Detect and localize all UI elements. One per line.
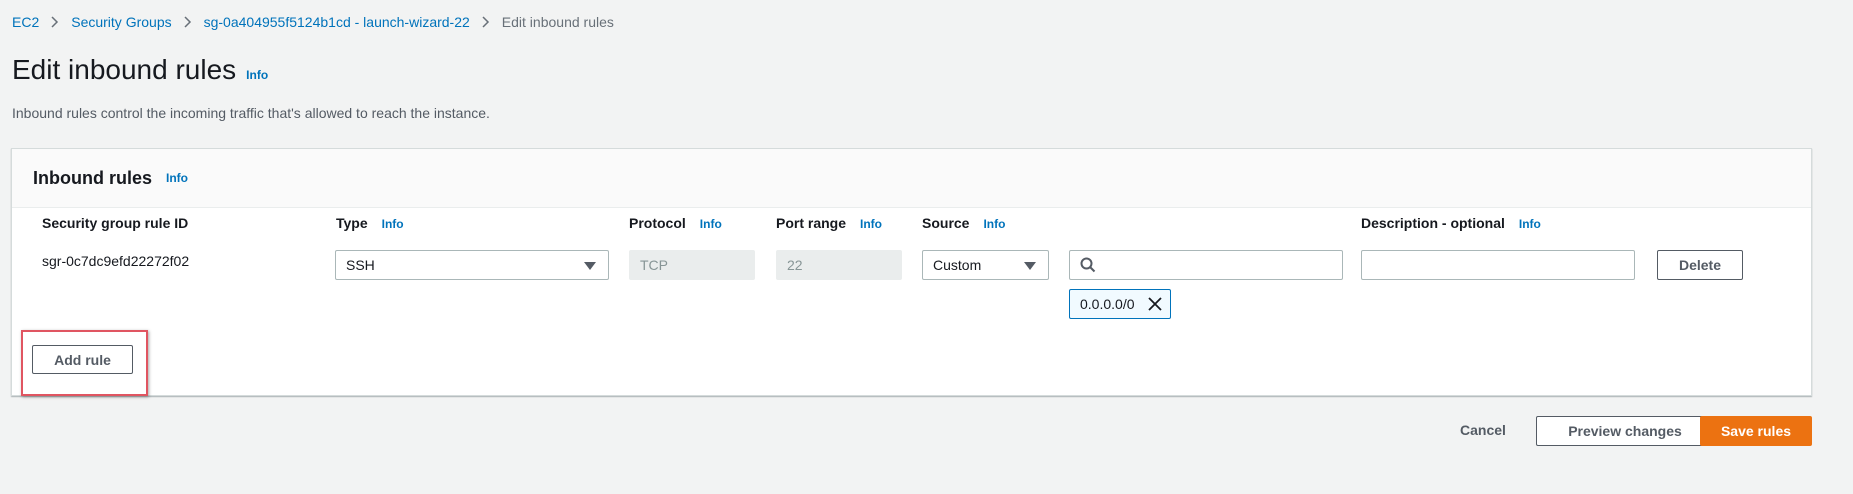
source-token-label: 0.0.0.0/0 (1080, 296, 1135, 312)
rule-id: sgr-0c7dc9efd22272f02 (42, 253, 190, 269)
column-header-rule-id: Security group rule ID (42, 215, 188, 231)
column-label: Port range (776, 215, 847, 231)
column-label: Source (922, 215, 970, 231)
caret-down-icon (584, 257, 596, 273)
page-description: Inbound rules control the incoming traff… (12, 105, 490, 121)
column-header-type: Type Info (336, 215, 404, 231)
page-header: Edit inbound rules Info (12, 54, 268, 86)
panel-title: Inbound rules (33, 167, 152, 188)
chevron-right-icon (51, 16, 59, 28)
inbound-rules-panel: Inbound rules Info Security group rule I… (11, 148, 1812, 396)
source-search-field[interactable] (1069, 250, 1343, 280)
type-select-value: SSH (346, 257, 375, 273)
column-label: Type (336, 215, 368, 231)
search-icon (1080, 257, 1096, 273)
breadcrumb-ec2[interactable]: EC2 (12, 14, 39, 30)
delete-rule-button[interactable]: Delete (1657, 250, 1743, 280)
save-rules-button[interactable]: Save rules (1700, 416, 1812, 446)
source-search-input[interactable] (1104, 257, 1342, 273)
page-info-link[interactable]: Info (246, 68, 268, 82)
chevron-right-icon (184, 16, 192, 28)
chevron-right-icon (482, 16, 490, 28)
port-range-info-link[interactable]: Info (860, 217, 882, 231)
panel-header: Inbound rules Info (12, 149, 1811, 208)
column-header-source: Source Info (922, 215, 1005, 231)
annotation-highlight-box (21, 330, 148, 396)
cancel-button[interactable]: Cancel (1460, 422, 1506, 438)
protocol-info-link[interactable]: Info (700, 217, 722, 231)
source-token: 0.0.0.0/0 (1069, 289, 1171, 319)
source-select[interactable]: Custom (922, 250, 1049, 280)
panel-info-link[interactable]: Info (166, 171, 188, 185)
port-range-value: 22 (787, 257, 803, 273)
column-label: Protocol (629, 215, 686, 231)
breadcrumb: EC2 Security Groups sg-0a404955f5124b1cd… (12, 14, 614, 30)
type-info-link[interactable]: Info (382, 217, 404, 231)
column-header-protocol: Protocol Info (629, 215, 722, 231)
column-label: Security group rule ID (42, 215, 189, 231)
column-label: Description - optional (1361, 215, 1505, 231)
source-info-link[interactable]: Info (983, 217, 1005, 231)
caret-down-icon (1024, 257, 1036, 273)
preview-changes-button[interactable]: Preview changes (1536, 416, 1714, 446)
close-icon[interactable] (1148, 297, 1162, 311)
source-select-value: Custom (933, 257, 982, 273)
description-info-link[interactable]: Info (1519, 217, 1541, 231)
column-header-description: Description - optional Info (1361, 215, 1541, 231)
breadcrumb-current: Edit inbound rules (501, 14, 614, 30)
description-field[interactable] (1361, 250, 1635, 280)
breadcrumb-security-groups[interactable]: Security Groups (71, 14, 171, 30)
protocol-value: TCP (640, 257, 668, 273)
port-range-field: 22 (776, 250, 902, 280)
breadcrumb-security-group[interactable]: sg-0a404955f5124b1cd - launch-wizard-22 (204, 14, 470, 30)
protocol-field: TCP (629, 250, 755, 280)
type-select[interactable]: SSH (335, 250, 609, 280)
description-input[interactable] (1372, 257, 1634, 273)
column-header-port-range: Port range Info (776, 215, 882, 231)
page-title: Edit inbound rules (12, 54, 237, 85)
